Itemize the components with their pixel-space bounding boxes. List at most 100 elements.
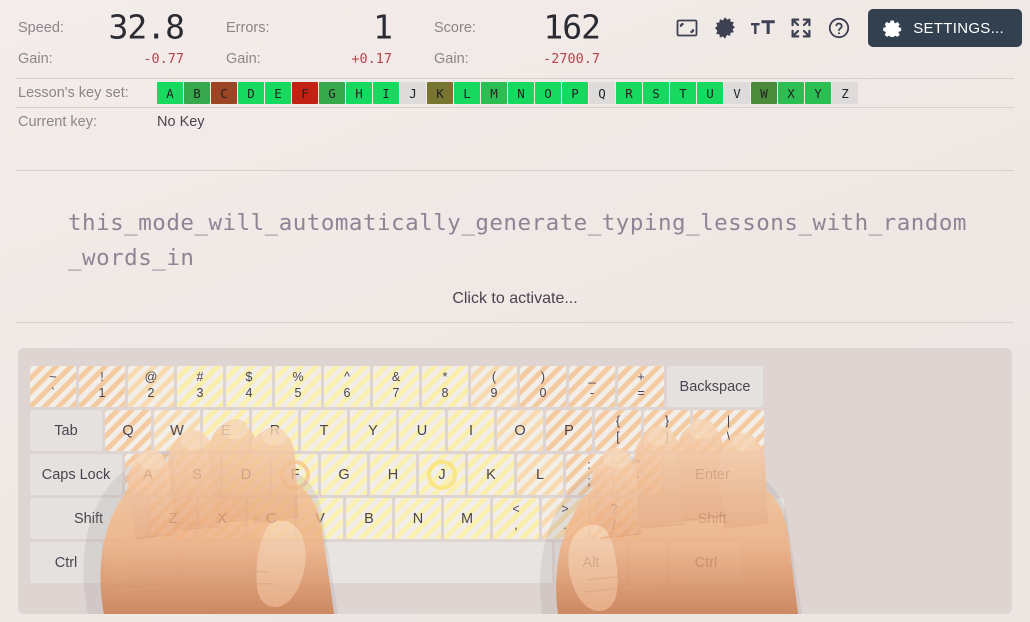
key-base-label: [	[616, 430, 620, 444]
lesson-text-area[interactable]: this_mode_will_automatically_generate_ty…	[0, 172, 1030, 317]
keyset-chip-k[interactable]: K	[427, 82, 453, 104]
keyset-chip-v[interactable]: V	[724, 82, 750, 104]
key-g[interactable]: G	[321, 454, 367, 495]
key-l[interactable]: L	[517, 454, 563, 495]
key-q[interactable]: Q	[105, 410, 151, 451]
key-n[interactable]: N	[395, 498, 441, 539]
key-9[interactable]: (9	[471, 366, 517, 407]
key-m[interactable]: M	[444, 498, 490, 539]
key-[interactable]: ? /	[591, 498, 637, 539]
key-6[interactable]: ^ 6	[324, 366, 370, 407]
keyset-chip-j[interactable]: J	[400, 82, 426, 104]
keyset-chip-e[interactable]: E	[265, 82, 291, 104]
restore-window-icon[interactable]	[670, 11, 704, 45]
key-shift-label: )	[540, 370, 546, 384]
keyset-chip-w[interactable]: W	[751, 82, 777, 104]
key-[interactable]: {[	[595, 410, 641, 451]
key-h[interactable]: H	[370, 454, 416, 495]
key-a[interactable]: A	[125, 454, 171, 495]
key-t[interactable]: T	[301, 410, 347, 451]
key-backspace[interactable]: Backspace	[667, 366, 763, 407]
keyset-chip-i[interactable]: I	[373, 82, 399, 104]
key-[interactable]: <,	[493, 498, 539, 539]
keyset-chip-n[interactable]: N	[508, 82, 534, 104]
keyset-chip-p[interactable]: P	[562, 82, 588, 104]
font-size-icon[interactable]	[746, 11, 780, 45]
help-icon[interactable]	[822, 11, 856, 45]
key-p[interactable]: P	[546, 410, 592, 451]
key-e[interactable]: E	[203, 410, 249, 451]
keyset-chip-g[interactable]: G	[319, 82, 345, 104]
key-shift[interactable]: Shift	[640, 498, 784, 539]
key-w[interactable]: W	[154, 410, 200, 451]
key-space[interactable]	[105, 542, 177, 583]
key-alt[interactable]: Alt	[555, 542, 627, 583]
key-c[interactable]: C	[248, 498, 294, 539]
key-5[interactable]: % 5	[275, 366, 321, 407]
keyset-chip-c[interactable]: C	[211, 82, 237, 104]
keyset-chip-m[interactable]: M	[481, 82, 507, 104]
key-caps-lock[interactable]: Caps Lock	[30, 454, 122, 495]
divider-keyset-top	[16, 78, 1014, 79]
key-1[interactable]: ! 1	[79, 366, 125, 407]
key-tab[interactable]: Tab	[30, 410, 102, 451]
key-space[interactable]	[255, 542, 552, 583]
stat-0-gain-label: Gain:	[18, 51, 53, 67]
key-[interactable]: + =	[618, 366, 664, 407]
key-y[interactable]: Y	[350, 410, 396, 451]
key-[interactable]: }]	[644, 410, 690, 451]
key-4[interactable]: $4	[226, 366, 272, 407]
lesson-key-set-chips: ABCDEFGHIJKLMNOPQRSTUVWXYZ	[157, 82, 859, 104]
keyset-chip-o[interactable]: O	[535, 82, 561, 104]
key-[interactable]: _ -	[569, 366, 615, 407]
dark-mode-icon[interactable]	[708, 11, 742, 45]
key-i[interactable]: I	[448, 410, 494, 451]
key-j[interactable]: J	[419, 454, 465, 495]
key-3[interactable]: #3	[177, 366, 223, 407]
key-7[interactable]: & 7	[373, 366, 419, 407]
key-v[interactable]: V	[297, 498, 343, 539]
key-[interactable]: :;	[566, 454, 612, 495]
key-[interactable]: ~ `	[30, 366, 76, 407]
key-f[interactable]: F	[272, 454, 318, 495]
key-ctrl[interactable]: Ctrl	[670, 542, 742, 583]
fullscreen-icon[interactable]	[784, 11, 818, 45]
keyset-chip-s[interactable]: S	[643, 82, 669, 104]
key-space[interactable]	[630, 542, 667, 583]
settings-button[interactable]: SETTINGS...	[868, 9, 1022, 47]
keyset-chip-a[interactable]: A	[157, 82, 183, 104]
key-z[interactable]: Z	[150, 498, 196, 539]
key-u[interactable]: U	[399, 410, 445, 451]
keyset-chip-f[interactable]: F	[292, 82, 318, 104]
keyset-chip-h[interactable]: H	[346, 82, 372, 104]
keyset-chip-d[interactable]: D	[238, 82, 264, 104]
key-space[interactable]	[180, 542, 252, 583]
key-ctrl[interactable]: Ctrl	[30, 542, 102, 583]
key-k[interactable]: K	[468, 454, 514, 495]
key-b[interactable]: B	[346, 498, 392, 539]
key-2[interactable]: @2	[128, 366, 174, 407]
keyset-chip-u[interactable]: U	[697, 82, 723, 104]
key-shift[interactable]: Shift	[30, 498, 147, 539]
keyset-chip-t[interactable]: T	[670, 82, 696, 104]
keyset-chip-z[interactable]: Z	[832, 82, 858, 104]
keyset-chip-y[interactable]: Y	[805, 82, 831, 104]
keyset-chip-l[interactable]: L	[454, 82, 480, 104]
key-[interactable]: " '	[615, 454, 661, 495]
key-x[interactable]: X	[199, 498, 245, 539]
key-r[interactable]: R	[252, 410, 298, 451]
key-8[interactable]: * 8	[422, 366, 468, 407]
keyset-chip-r[interactable]: R	[616, 82, 642, 104]
key-[interactable]: >.	[542, 498, 588, 539]
key-d[interactable]: D	[223, 454, 269, 495]
keyset-chip-x[interactable]: X	[778, 82, 804, 104]
key-label: T	[319, 422, 329, 439]
keyset-chip-b[interactable]: B	[184, 82, 210, 104]
key-enter[interactable]: Enter	[664, 454, 761, 495]
key-[interactable]: | \	[693, 410, 764, 451]
key-0[interactable]: ) 0	[520, 366, 566, 407]
keyset-chip-q[interactable]: Q	[589, 82, 615, 104]
key-shift-label: |	[726, 414, 731, 428]
key-o[interactable]: O	[497, 410, 543, 451]
key-s[interactable]: S	[174, 454, 220, 495]
